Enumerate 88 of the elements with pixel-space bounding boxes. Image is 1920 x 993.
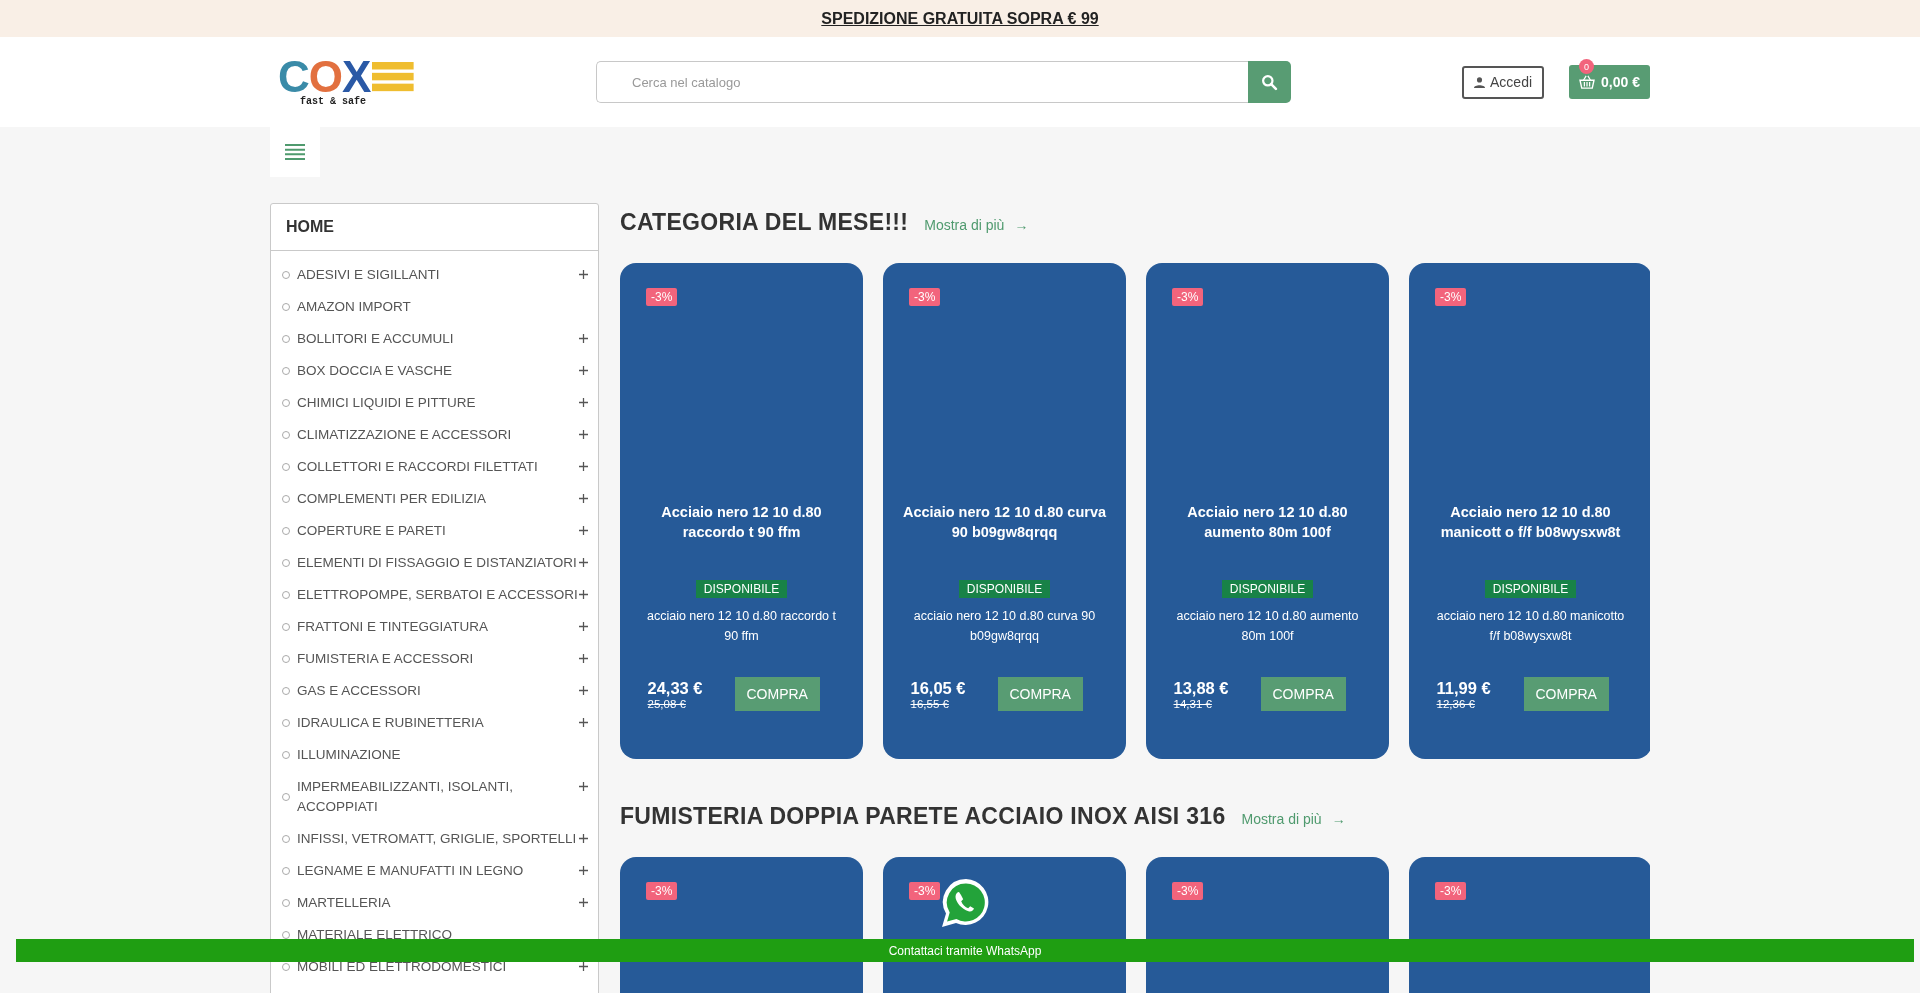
product-name[interactable]: Acciaio nero 12 10 d.80 curva 90 b09gw8qrqq <box>902 502 1107 542</box>
plus-icon[interactable] <box>579 462 588 471</box>
search-icon <box>1261 73 1278 91</box>
availability-badge: DISPONIBILE <box>958 580 1051 598</box>
login-button[interactable]: Accedi <box>1462 65 1545 99</box>
discount-badge: -3% <box>646 288 678 306</box>
whatsapp-contact-toast[interactable]: Contattaci tramite WhatsApp <box>16 939 1914 962</box>
product-description: acciaio nero 12 10 d.80 manicotto f/f b08wysxw8t <box>1435 608 1626 645</box>
plus-icon[interactable] <box>579 558 588 567</box>
price: 13,88 € <box>1173 678 1230 698</box>
free-shipping-link[interactable]: SPEDIZIONE GRATUITA SOPRA € 99 <box>821 9 1099 28</box>
discount-badge: -3% <box>1172 288 1204 306</box>
old-price: 12,36 € <box>1436 697 1476 710</box>
price: 11,99 € <box>1436 678 1492 698</box>
menu-button[interactable] <box>270 127 320 177</box>
plus-icon[interactable] <box>579 430 588 439</box>
old-price: 16,55 € <box>910 697 950 710</box>
product-description: acciaio nero 12 10 d.80 curva 90 b09gw8qrqq <box>912 608 1097 645</box>
plus-icon[interactable] <box>579 366 588 375</box>
plus-icon[interactable] <box>579 590 588 599</box>
search-button[interactable] <box>1248 61 1291 103</box>
category-item[interactable]: IDRAULICA E RUBINETTERIA <box>271 707 598 739</box>
category-item[interactable]: GAS E ACCESSORI <box>271 675 598 707</box>
plus-icon[interactable] <box>579 898 588 907</box>
plus-icon[interactable] <box>579 866 588 875</box>
discount-badge: -3% <box>1435 882 1467 900</box>
logo[interactable]: COX fast & safe <box>278 57 414 107</box>
old-price: 14,31 € <box>1173 697 1213 710</box>
category-item[interactable]: FRATTONI E TINTEGGIATURA <box>271 611 598 643</box>
plus-icon[interactable] <box>579 494 588 503</box>
product-description: acciaio nero 12 10 d.80 raccordo t 90 ffm <box>646 608 837 645</box>
product-card[interactable]: -3% Acciaio nero 12 10 d.80 curva 90 b09gw8qrqq DISPONIBILE acciaio nero 12 10 d.80 curva 90 b09gw8qrqq 16,05 € 16,55 € COMPRA <box>883 263 1126 759</box>
availability-badge: DISPONIBILE <box>1221 580 1314 598</box>
product-name[interactable]: Acciaio nero 12 10 d.80 raccordo t 90 ffm <box>639 502 844 542</box>
discount-badge: -3% <box>909 882 941 900</box>
product-description: acciaio nero 12 10 d.80 aumento 80m 100f <box>1175 608 1360 645</box>
logo-tagline: fast & safe <box>300 97 367 107</box>
category-item[interactable]: ELETTROPOMPE, SERBATOI E ACCESSORI <box>271 579 598 611</box>
availability-badge: DISPONIBILE <box>1484 580 1577 598</box>
product-card[interactable]: -3% Acciaio nero 12 10 d.80 manicott o f/f b08wysxw8t DISPONIBILE acciaio nero 12 10 d.80 manicotto f/f b08wysxw8t 11,99 € 12,36 € COMPRA <box>1409 263 1650 759</box>
old-price: 25,08 € <box>647 697 687 710</box>
category-item[interactable]: COMPLEMENTI PER EDILIZIA <box>271 483 598 515</box>
discount-badge: -3% <box>646 882 678 900</box>
whatsapp-bar-text: Contattaci tramite WhatsApp <box>888 943 1042 958</box>
product-card[interactable]: -3% Acciaio nero 12 10 d.80 raccordo t 90 ffm DISPONIBILE acciaio nero 12 10 d.80 raccordo t 90 ffm 24,33 € 25,08 € COMPRA <box>620 263 863 759</box>
category-item[interactable]: AMAZON IMPORT <box>271 291 598 323</box>
plus-icon[interactable] <box>579 834 588 843</box>
sidebar-title[interactable]: HOME <box>271 204 598 251</box>
category-item[interactable]: COLLETTORI E RACCORDI FILETTATI <box>271 451 598 483</box>
availability-badge: DISPONIBILE <box>695 580 788 598</box>
section-title: FUMISTERIA DOPPIA PARETE ACCIAIO INOX AISI 316 <box>620 803 1226 830</box>
category-item[interactable]: LEGNAME E MANUFATTI IN LEGNO <box>271 855 598 887</box>
plus-icon[interactable] <box>579 270 588 279</box>
search-field[interactable]: Cerca nel catalogo <box>596 61 1248 103</box>
category-item[interactable]: COPERTURE E PARETI <box>271 515 598 547</box>
basket-icon <box>1579 75 1596 89</box>
section-title: CATEGORIA DEL MESE!!! <box>620 209 909 236</box>
category-item[interactable]: IMPERMEABILIZZANTI, ISOLANTI, ACCOPPIATI <box>271 771 598 823</box>
category-item[interactable]: CHIMICI LIQUIDI E PITTURE <box>271 387 598 419</box>
price: 24,33 € <box>647 678 704 698</box>
product-card[interactable]: -3% Acciaio nero 12 10 d.80 aumento 80m 100f DISPONIBILE acciaio nero 12 10 d.80 aumento 80m 100f 13,88 € 14,31 € COMPRA <box>1146 263 1389 759</box>
discount-badge: -3% <box>1172 882 1204 900</box>
menu-icon <box>285 144 305 160</box>
logo-text: COX <box>278 57 371 97</box>
plus-icon[interactable] <box>579 782 588 791</box>
category-item[interactable]: INFISSI, VETROMATT, GRIGLIE, SPORTELLI <box>271 823 598 855</box>
plus-icon[interactable] <box>579 334 588 343</box>
category-item[interactable]: ADESIVI E SIGILLANTI <box>271 259 598 291</box>
category-item[interactable]: CLIMATIZZAZIONE E ACCESSORI <box>271 419 598 451</box>
plus-icon[interactable] <box>579 962 588 971</box>
discount-badge: -3% <box>909 288 941 306</box>
user-icon <box>1474 76 1486 88</box>
discount-badge: -3% <box>1435 288 1467 306</box>
plus-icon[interactable] <box>579 654 588 663</box>
product-name[interactable]: Acciaio nero 12 10 d.80 manicott o f/f b08wysxw8t <box>1428 502 1633 542</box>
category-item[interactable]: MARTELLERIA <box>271 887 598 919</box>
plus-icon[interactable] <box>579 686 588 695</box>
plus-icon[interactable] <box>579 622 588 631</box>
category-item[interactable]: BOX DOCCIA E VASCHE <box>271 355 598 387</box>
category-item[interactable]: ELEMENTI DI FISSAGGIO E DISTANZIATORI <box>271 547 598 579</box>
plus-icon[interactable] <box>579 718 588 727</box>
price: 16,05 € <box>910 678 967 698</box>
plus-icon[interactable] <box>579 398 588 407</box>
plus-icon[interactable] <box>579 526 588 535</box>
category-item[interactable]: BOLLITORI E ACCUMULI <box>271 323 598 355</box>
product-name[interactable]: Acciaio nero 12 10 d.80 aumento 80m 100f <box>1165 502 1370 542</box>
category-item[interactable]: ILLUMINAZIONE <box>271 739 598 771</box>
category-item[interactable]: FUMISTERIA E ACCESSORI <box>271 643 598 675</box>
